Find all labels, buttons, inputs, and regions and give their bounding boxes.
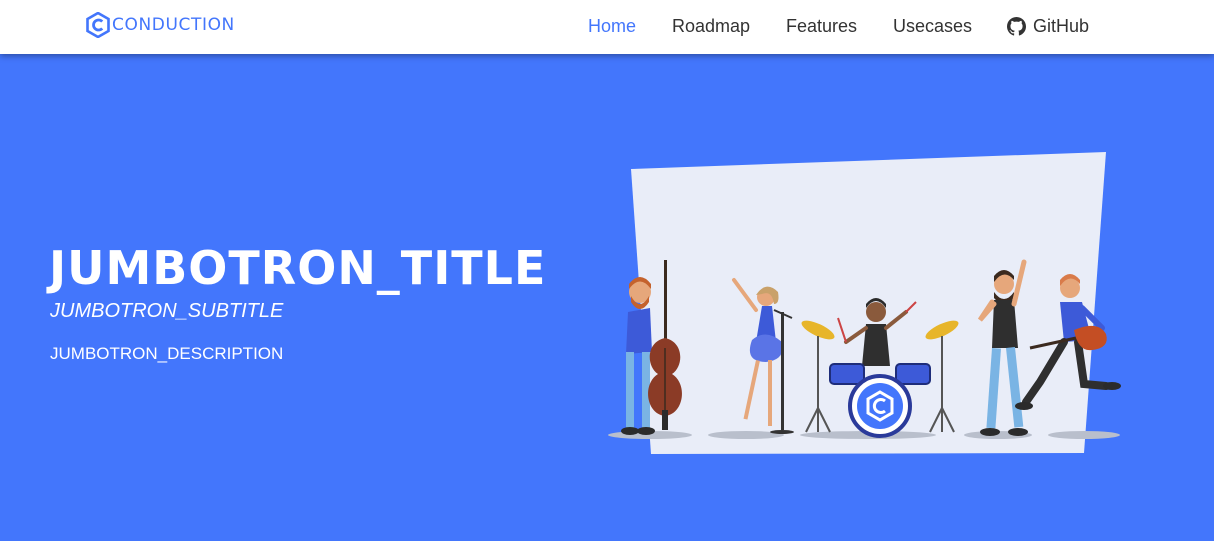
nav-roadmap[interactable]: Roadmap (672, 15, 750, 37)
nav-usecases[interactable]: Usecases (893, 15, 972, 37)
nav-github-label: GitHub (1033, 16, 1090, 36)
nav-features[interactable]: Features (786, 15, 857, 37)
nav-home[interactable]: Home (588, 15, 636, 37)
conduction-logo-icon (86, 12, 110, 38)
band-illustration (608, 152, 1121, 454)
jumbotron-subtitle: JUMBOTRON_SUBTITLE (50, 300, 284, 322)
nav-github[interactable]: GitHub (1007, 15, 1089, 37)
brand-logo[interactable]: CONDUCTION (86, 12, 235, 38)
brand-name: CONDUCTION (112, 15, 235, 35)
jumbotron: JUMBOTRON_TITLE JUMBOTRON_SUBTITLE JUMBO… (0, 54, 1214, 541)
github-icon (1007, 16, 1026, 36)
site-header: CONDUCTION Home Roadmap Features Usecase… (0, 0, 1214, 54)
jumbotron-description: JUMBOTRON_DESCRIPTION (50, 344, 284, 363)
jumbotron-title: JUMBOTRON_TITLE (49, 241, 547, 295)
